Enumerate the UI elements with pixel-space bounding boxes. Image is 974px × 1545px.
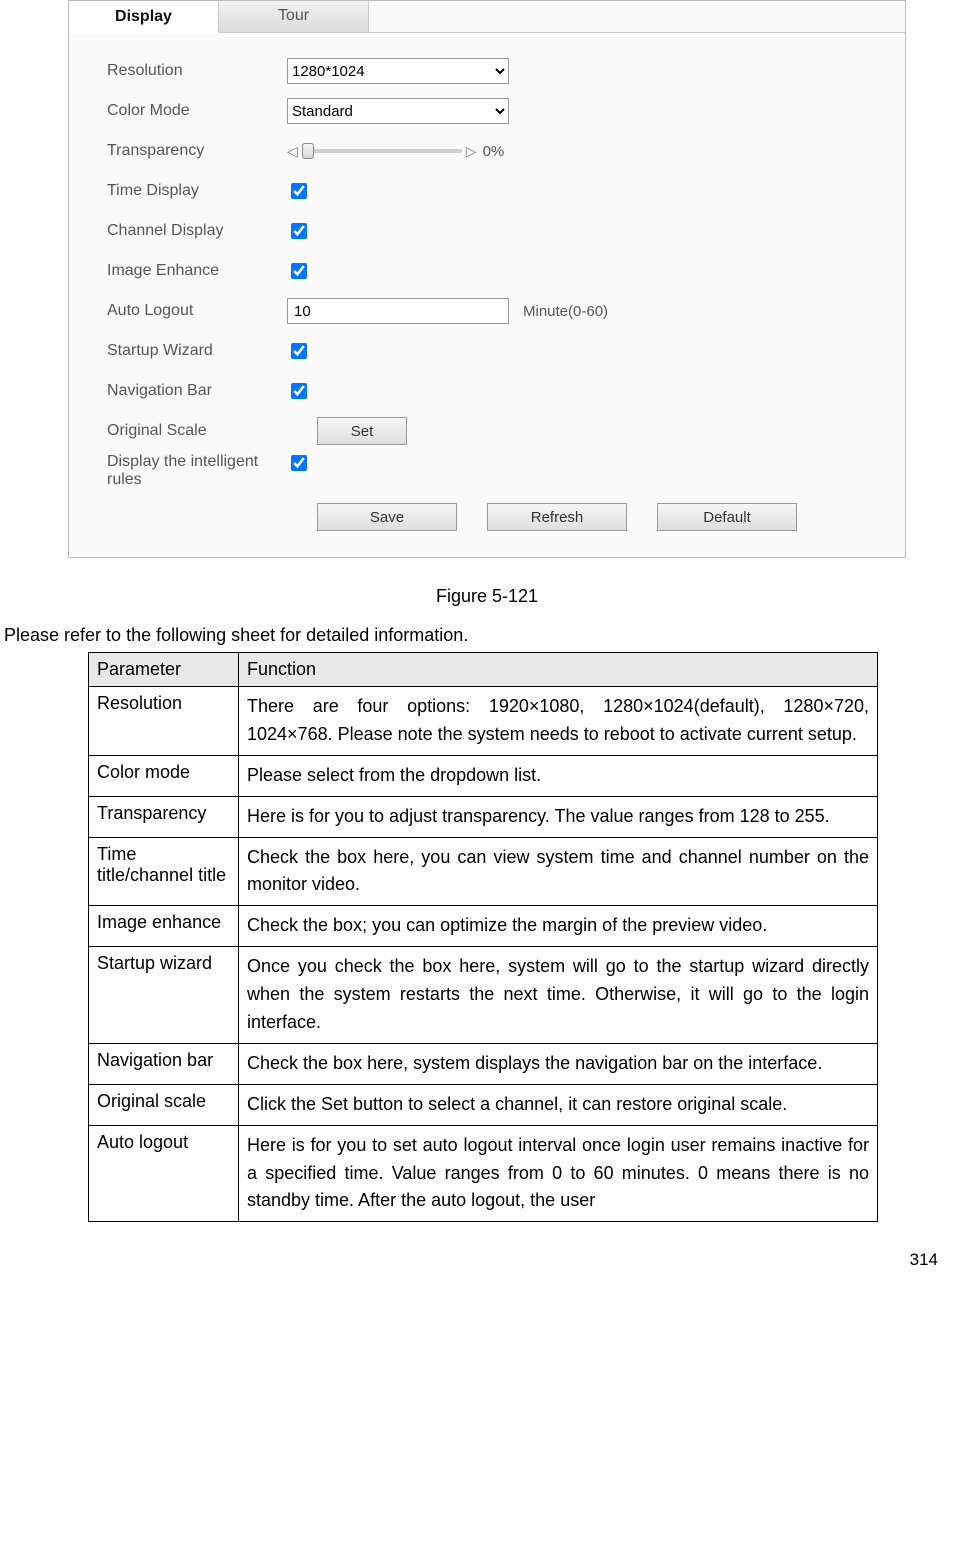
cell-parameter: Transparency	[89, 796, 239, 837]
table-row: Navigation barCheck the box here, system…	[89, 1043, 878, 1084]
tab-display[interactable]: Display	[69, 2, 219, 33]
refresh-button[interactable]: Refresh	[487, 503, 627, 531]
auto-logout-unit: Minute(0-60)	[523, 303, 608, 320]
set-button[interactable]: Set	[317, 417, 407, 445]
info-table: Parameter Function ResolutionThere are f…	[88, 652, 878, 1222]
cell-function: Please select from the dropdown list.	[239, 755, 878, 796]
startup-wizard-checkbox[interactable]	[291, 343, 307, 359]
slider-thumb[interactable]	[302, 143, 314, 159]
th-parameter: Parameter	[89, 653, 239, 687]
table-row: Time title/channel titleCheck the box he…	[89, 837, 878, 906]
label-transparency: Transparency	[107, 142, 287, 160]
cell-function: Click the Set button to select a channel…	[239, 1084, 878, 1125]
cell-parameter: Navigation bar	[89, 1043, 239, 1084]
table-row: Color modePlease select from the dropdow…	[89, 755, 878, 796]
label-navigation-bar: Navigation Bar	[107, 382, 287, 400]
cell-parameter: Auto logout	[89, 1125, 239, 1222]
slider-right-icon[interactable]: ▷	[466, 143, 477, 160]
intelligent-rules-checkbox[interactable]	[291, 455, 307, 471]
table-row: Original scaleClick the Set button to se…	[89, 1084, 878, 1125]
label-channel-display: Channel Display	[107, 222, 287, 240]
time-display-checkbox[interactable]	[291, 183, 307, 199]
label-auto-logout: Auto Logout	[107, 302, 287, 320]
label-image-enhance: Image Enhance	[107, 262, 287, 280]
label-color-mode: Color Mode	[107, 102, 287, 120]
cell-function: Check the box here, system displays the …	[239, 1043, 878, 1084]
label-startup-wizard: Startup Wizard	[107, 342, 287, 360]
cell-parameter: Resolution	[89, 687, 239, 756]
cell-parameter: Original scale	[89, 1084, 239, 1125]
cell-function: Check the box; you can optimize the marg…	[239, 906, 878, 947]
cell-function: Here is for you to adjust transparency. …	[239, 796, 878, 837]
cell-function: There are four options: 1920×1080, 1280×…	[239, 687, 878, 756]
cell-parameter: Time title/channel title	[89, 837, 239, 906]
slider-left-icon[interactable]: ◁	[287, 143, 298, 160]
channel-display-checkbox[interactable]	[291, 223, 307, 239]
th-function: Function	[239, 653, 878, 687]
tab-tour[interactable]: Tour	[219, 1, 369, 32]
navigation-bar-checkbox[interactable]	[291, 383, 307, 399]
settings-panel: Display Tour Resolution 1280*1024 Color …	[68, 0, 906, 558]
resolution-select[interactable]: 1280*1024	[287, 58, 509, 84]
transparency-value: 0%	[483, 143, 505, 160]
save-button[interactable]: Save	[317, 503, 457, 531]
cell-function: Here is for you to set auto logout inter…	[239, 1125, 878, 1222]
table-row: TransparencyHere is for you to adjust tr…	[89, 796, 878, 837]
label-time-display: Time Display	[107, 182, 287, 200]
cell-parameter: Color mode	[89, 755, 239, 796]
table-row: Image enhanceCheck the box; you can opti…	[89, 906, 878, 947]
page-number: 314	[0, 1222, 974, 1280]
default-button[interactable]: Default	[657, 503, 797, 531]
tabs: Display Tour	[69, 1, 905, 33]
cell-function: Once you check the box here, system will…	[239, 947, 878, 1044]
color-mode-select[interactable]: Standard	[287, 98, 509, 124]
table-row: Auto logoutHere is for you to set auto l…	[89, 1125, 878, 1222]
cell-function: Check the box here, you can view system …	[239, 837, 878, 906]
table-row: Startup wizardOnce you check the box her…	[89, 947, 878, 1044]
cell-parameter: Image enhance	[89, 906, 239, 947]
form-panel: Resolution 1280*1024 Color Mode Standard…	[69, 33, 905, 557]
image-enhance-checkbox[interactable]	[291, 263, 307, 279]
label-resolution: Resolution	[107, 62, 287, 80]
lead-text: Please refer to the following sheet for …	[4, 625, 974, 646]
figure-caption: Figure 5-121	[0, 586, 974, 607]
transparency-slider[interactable]	[302, 149, 462, 153]
label-intelligent-rules: Display the intelligent rules	[107, 453, 287, 489]
table-row: ResolutionThere are four options: 1920×1…	[89, 687, 878, 756]
label-original-scale: Original Scale	[107, 422, 287, 440]
cell-parameter: Startup wizard	[89, 947, 239, 1044]
auto-logout-input[interactable]	[287, 298, 509, 324]
